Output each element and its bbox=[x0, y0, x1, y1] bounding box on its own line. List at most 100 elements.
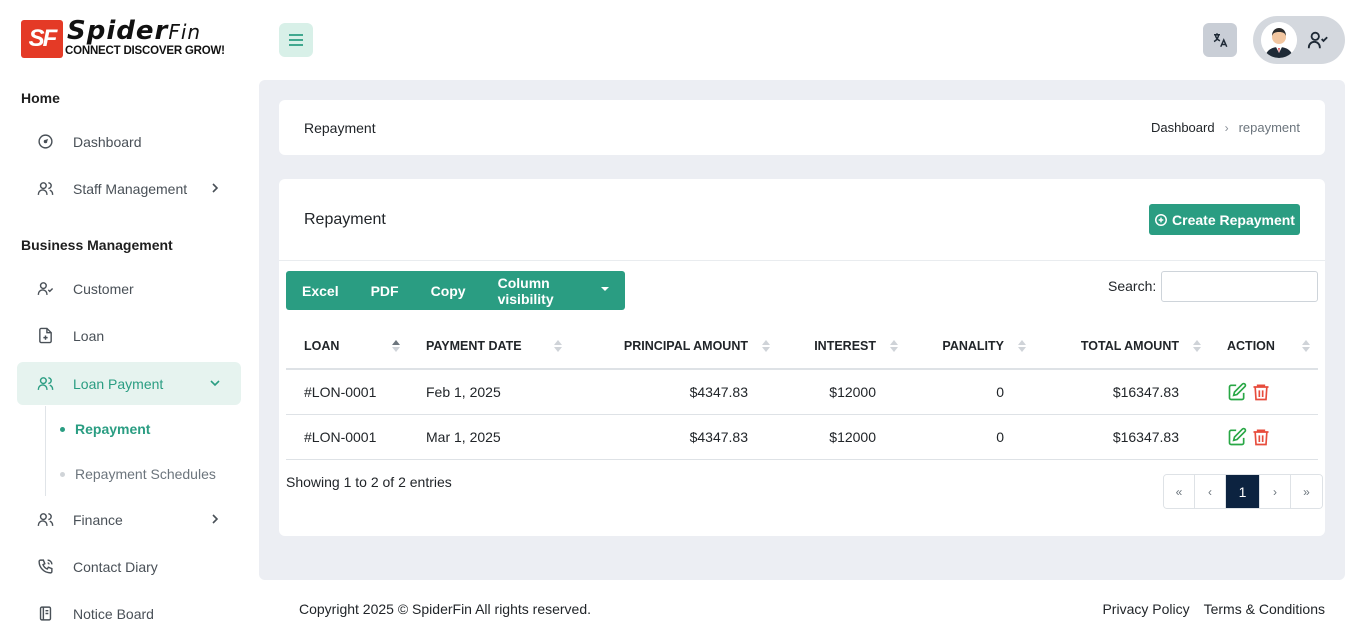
sidebar-subitem-label: Repayment bbox=[75, 421, 151, 437]
table-info: Showing 1 to 2 of 2 entries bbox=[286, 474, 452, 490]
pagination-last[interactable]: » bbox=[1291, 475, 1322, 508]
chevron-right-icon bbox=[212, 183, 219, 193]
chevron-down-icon bbox=[210, 380, 220, 387]
trash-icon[interactable] bbox=[1251, 427, 1271, 447]
column-header-payment-date[interactable]: PAYMENT DATE bbox=[408, 323, 570, 370]
breadcrumb: Dashboard › repayment bbox=[1151, 120, 1300, 135]
column-header-loan[interactable]: LOAN bbox=[286, 323, 408, 370]
footer-links: Privacy Policy Terms & Conditions bbox=[1102, 601, 1325, 617]
column-header-action[interactable]: ACTION bbox=[1209, 323, 1318, 370]
dashboard-icon bbox=[36, 133, 54, 151]
nav-section-home: Home bbox=[21, 90, 60, 106]
sidebar-item-finance[interactable]: Finance bbox=[17, 498, 241, 541]
brand-logo[interactable]: SF SpiderFin CONNECT DISCOVER GROW! bbox=[21, 16, 237, 60]
breadcrumb-link-dashboard[interactable]: Dashboard bbox=[1151, 120, 1215, 135]
sidebar-subitem-repayment-schedules[interactable]: Repayment Schedules bbox=[60, 466, 216, 482]
sidebar-subitem-repayment[interactable]: Repayment bbox=[60, 421, 150, 437]
cell-action bbox=[1209, 414, 1318, 460]
sidebar-subitem-label: Repayment Schedules bbox=[75, 466, 216, 482]
language-button[interactable] bbox=[1203, 23, 1237, 57]
sidebar-item-label: Notice Board bbox=[73, 605, 154, 622]
phone-icon bbox=[36, 558, 54, 576]
edit-icon[interactable] bbox=[1227, 427, 1247, 447]
user-check-icon bbox=[1307, 31, 1328, 49]
table-row: #LON-0001 Feb 1, 2025 $4347.83 $12000 0 … bbox=[286, 369, 1318, 415]
cell-principal: $4347.83 bbox=[570, 369, 778, 415]
column-header-label: PRINCIPAL AMOUNT bbox=[623, 338, 748, 353]
sidebar-item-label: Finance bbox=[73, 511, 123, 528]
sidebar-item-loan[interactable]: Loan bbox=[17, 314, 241, 357]
cell-payment-date: Mar 1, 2025 bbox=[408, 414, 570, 460]
cell-penalty: 0 bbox=[906, 414, 1034, 460]
cell-interest: $12000 bbox=[778, 369, 906, 415]
sidebar-item-label: Staff Management bbox=[73, 180, 188, 197]
sidebar-item-staff-management[interactable]: Staff Management bbox=[17, 167, 241, 210]
sort-icon bbox=[554, 340, 562, 352]
users-icon bbox=[36, 180, 54, 198]
sidebar-item-label: Contact Diary bbox=[73, 558, 158, 575]
translate-icon bbox=[1213, 33, 1228, 48]
cell-penalty: 0 bbox=[906, 369, 1034, 415]
privacy-policy-link[interactable]: Privacy Policy bbox=[1102, 601, 1189, 617]
pagination-prev[interactable]: ‹ bbox=[1195, 475, 1226, 508]
sidebar-item-label: Loan bbox=[73, 327, 105, 344]
column-header-panality[interactable]: PANALITY bbox=[906, 323, 1034, 370]
users-icon bbox=[36, 511, 54, 529]
sidebar-item-loan-payment[interactable]: Loan Payment bbox=[17, 362, 241, 405]
column-header-label: ACTION bbox=[1227, 338, 1275, 353]
sort-icon bbox=[890, 340, 898, 352]
avatar bbox=[1261, 22, 1297, 58]
trash-icon[interactable] bbox=[1251, 382, 1271, 402]
plus-circle-icon bbox=[1155, 213, 1168, 226]
pagination-first[interactable]: « bbox=[1164, 475, 1195, 508]
cell-payment-date: Feb 1, 2025 bbox=[408, 369, 570, 415]
page-title: Repayment bbox=[304, 120, 376, 136]
file-plus-icon bbox=[36, 327, 54, 345]
pagination-page-1[interactable]: 1 bbox=[1226, 475, 1260, 508]
table-header-row: LOAN PAYMENT DATE PRINCIPAL AMOUNT INTER… bbox=[286, 323, 1318, 370]
sidebar-item-notice-board[interactable]: Notice Board bbox=[17, 592, 241, 635]
card-title: Repayment bbox=[304, 211, 386, 228]
sort-icon bbox=[1018, 340, 1026, 352]
users-icon bbox=[36, 375, 54, 393]
create-repayment-button[interactable]: Create Repayment bbox=[1149, 204, 1300, 235]
footer-copyright: Copyright 2025 © SpiderFin All rights re… bbox=[299, 601, 592, 617]
bullet-dot-icon bbox=[60, 471, 65, 477]
search-input[interactable] bbox=[1161, 271, 1318, 302]
repayment-table: LOAN PAYMENT DATE PRINCIPAL AMOUNT INTER… bbox=[286, 323, 1318, 460]
pagination-next[interactable]: › bbox=[1260, 475, 1291, 508]
sidebar-item-dashboard[interactable]: Dashboard bbox=[17, 120, 241, 163]
column-visibility-button[interactable]: Column visibility bbox=[482, 271, 625, 310]
column-header-interest[interactable]: INTEREST bbox=[778, 323, 906, 370]
nav-section-business: Business Management bbox=[21, 237, 173, 253]
cell-interest: $12000 bbox=[778, 414, 906, 460]
column-header-total-amount[interactable]: TOTAL AMOUNT bbox=[1034, 323, 1209, 370]
sidebar-item-customer[interactable]: Customer bbox=[17, 267, 241, 310]
copy-button[interactable]: Copy bbox=[415, 271, 482, 310]
user-menu[interactable] bbox=[1253, 16, 1345, 64]
chevron-right-icon bbox=[212, 514, 219, 524]
terms-link[interactable]: Terms & Conditions bbox=[1204, 601, 1325, 617]
pdf-button[interactable]: PDF bbox=[355, 271, 415, 310]
submenu-line bbox=[45, 406, 46, 496]
column-header-principal-amount[interactable]: PRINCIPAL AMOUNT bbox=[570, 323, 778, 370]
column-header-label: PAYMENT DATE bbox=[426, 338, 522, 353]
hamburger-icon bbox=[289, 34, 303, 46]
logo-mark: SF bbox=[21, 20, 63, 58]
menu-toggle-button[interactable] bbox=[279, 23, 313, 57]
column-header-label: TOTAL AMOUNT bbox=[1080, 338, 1179, 353]
divider bbox=[279, 260, 1325, 261]
pagination: « ‹ 1 › » bbox=[1163, 474, 1323, 509]
edit-icon[interactable] bbox=[1227, 382, 1247, 402]
column-header-label: LOAN bbox=[304, 338, 340, 353]
logo-word-main: Spider bbox=[67, 16, 169, 46]
breadcrumb-current: repayment bbox=[1238, 120, 1300, 135]
breadcrumb-separator-icon: › bbox=[1224, 120, 1229, 135]
repayment-card: Repayment Create Repayment Excel PDF Cop… bbox=[279, 179, 1325, 536]
bullet-dot-icon bbox=[60, 426, 65, 432]
excel-button[interactable]: Excel bbox=[286, 271, 355, 310]
breadcrumb-card: Repayment Dashboard › repayment bbox=[279, 100, 1325, 155]
cell-principal: $4347.83 bbox=[570, 414, 778, 460]
column-header-label: PANALITY bbox=[942, 338, 1004, 353]
sidebar-item-contact-diary[interactable]: Contact Diary bbox=[17, 545, 241, 588]
